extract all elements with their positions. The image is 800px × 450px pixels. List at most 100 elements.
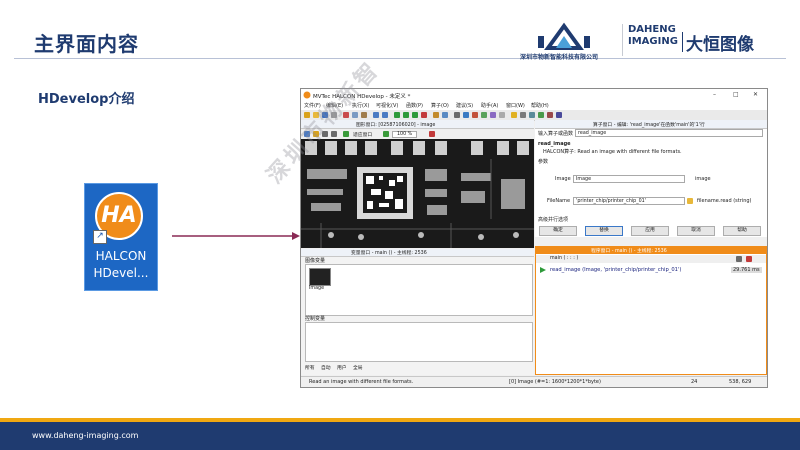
variables-window-title: 变量窗口 - main () - 主线程: 2536 (351, 251, 427, 256)
operator-search-input[interactable]: read_image (575, 129, 763, 137)
zoom-value[interactable]: 100 % (392, 131, 418, 138)
procedure-selector[interactable]: main ( : : : ) (550, 256, 578, 261)
zoom-level-icon[interactable] (383, 131, 389, 137)
wuxin-logo-icon (538, 22, 590, 50)
status-image-info: [0] Image (#=1: 1600*1200*1*byte) (509, 379, 601, 385)
apply-button[interactable]: 应用 (631, 226, 669, 236)
undo-icon[interactable] (373, 112, 379, 118)
assistant-icon[interactable] (490, 112, 496, 118)
variables-window: 变量窗口 - main () - 主线程: 2536 图像变量 Image 控制… (301, 249, 534, 375)
status-bar: Read an image with different file format… (301, 376, 767, 387)
daheng-logo-line2: IMAGING (628, 36, 678, 47)
program-settings-icon[interactable] (736, 256, 742, 262)
param-filename-input[interactable]: 'printer_chip/printer_chip_01' (573, 197, 685, 205)
profiler-icon[interactable] (511, 112, 517, 118)
graphics-toolbar: 适应窗口 100 % (301, 129, 534, 139)
program-toolbar: main ( : : : ) (536, 255, 766, 263)
status-message: Read an image with different file format… (309, 379, 414, 385)
measure-icon[interactable] (547, 112, 553, 118)
close-button[interactable]: ✕ (753, 91, 758, 98)
param-filename-type: filename.read (string) (697, 198, 752, 204)
daheng-logo-cn: 大恒图像 (686, 35, 754, 55)
footer-website[interactable]: www.daheng-imaging.com (32, 431, 138, 440)
operator-search-label: 输入算子或函数 (538, 131, 574, 137)
settings-icon[interactable] (520, 112, 526, 118)
tab-auto[interactable]: 自动 (321, 364, 331, 371)
menu-suggestions[interactable]: 建议(S) (456, 102, 473, 109)
status-coordinates: 538, 629 (729, 379, 752, 385)
ok-button[interactable]: 确定 (539, 226, 577, 236)
logo-separator (622, 24, 623, 56)
param-image-input[interactable]: Image (573, 175, 685, 183)
tab-all[interactable]: 所有 (305, 364, 315, 371)
menu-operators[interactable]: 算子(O) (431, 102, 449, 109)
menu-procedures[interactable]: 函数(P) (406, 102, 423, 109)
menu-assistants[interactable]: 助手(A) (481, 102, 498, 109)
help-button[interactable]: 帮助 (723, 226, 761, 236)
control-variables-label: 控制变量 (305, 316, 326, 322)
cancel-button[interactable]: 取消 (677, 226, 715, 236)
shortcut-label-line2: HDevel... (93, 266, 149, 280)
folder-icon[interactable] (687, 198, 693, 204)
program-window-icon[interactable] (481, 112, 487, 118)
execution-time: 29.761 ms (731, 267, 762, 273)
operator-window: 算子窗口 - 编辑: 'read_image'在函数'main'的'1'行 输入… (535, 120, 767, 237)
operator-name: read_image (538, 141, 571, 147)
zoom-icon[interactable] (529, 112, 535, 118)
image-thumbnail[interactable] (309, 268, 331, 286)
operator-description: HALCON算子: Read an image with different f… (543, 149, 682, 155)
graphics-window: 图形窗口: [02587106020] - image 适应窗口 100 % (301, 120, 534, 248)
company-name: 深圳市物新智能科技有限公司 (520, 54, 599, 61)
menu-help[interactable]: 帮助(H) (531, 102, 549, 109)
status-gray-value: 24 (691, 379, 698, 385)
breakpoint-icon[interactable] (442, 112, 448, 118)
param-filename-label: FileName (547, 198, 571, 204)
reset-icon[interactable] (433, 112, 439, 118)
run-icon[interactable] (394, 112, 400, 118)
slide-title: 主界面内容 (34, 32, 139, 56)
copy-icon[interactable] (352, 112, 358, 118)
fit-window-label[interactable]: 适应窗口 (353, 131, 372, 138)
company-logo: 深圳市物新智能科技有限公司 (520, 22, 616, 61)
hdevelop-app-icon (303, 91, 311, 99)
halcon-desktop-shortcut[interactable]: HA ↗ HALCON HDevel... (84, 183, 158, 291)
menu-visualize[interactable]: 可视化(V) (376, 102, 398, 109)
fit-window-icon[interactable] (343, 131, 349, 137)
operator-window-title: 算子窗口 - 编辑: 'read_image'在函数'main'的'1'行 (593, 123, 705, 128)
pc-arrow-icon (540, 267, 546, 273)
program-close-icon[interactable] (746, 256, 752, 262)
replace-button[interactable]: 替换 (585, 226, 623, 236)
shortcut-arrow-icon: ↗ (93, 230, 107, 244)
redo-icon[interactable] (382, 112, 388, 118)
operator-window-icon[interactable] (472, 112, 478, 118)
logo-bar (682, 32, 683, 52)
step-over-icon[interactable] (403, 112, 409, 118)
program-window-title: 程序窗口 - main () - 主线程: 2536 (591, 249, 667, 254)
color-icon[interactable] (429, 131, 435, 137)
program-window: 程序窗口 - main () - 主线程: 2536 main ( : : : … (535, 246, 767, 375)
advanced-options-toggle[interactable]: 高级并行选项 (538, 216, 568, 223)
menu-bar: 文件(F) 编辑(E) 执行(X) 可视化(V) 函数(P) 算子(O) 建议(… (301, 101, 767, 110)
pointer-arrow-icon (172, 232, 300, 240)
tab-global[interactable]: 全局 (353, 364, 363, 371)
minimize-button[interactable]: – (713, 91, 716, 98)
graphics-window-icon[interactable] (454, 112, 460, 118)
iconic-variables-pane: Image (305, 264, 533, 316)
matching-icon[interactable] (556, 112, 562, 118)
stop-icon[interactable] (421, 112, 427, 118)
hdevelop-window: MVTec HALCON HDevelop - 未定义 * – □ ✕ 文件(F… (300, 88, 768, 388)
step-into-icon[interactable] (412, 112, 418, 118)
variable-window-icon[interactable] (463, 112, 469, 118)
tab-user[interactable]: 用户 (337, 364, 347, 371)
daheng-logo: DAHENG IMAGING 大恒图像 (628, 22, 768, 62)
control-variables-pane (305, 322, 533, 362)
image-thumbnail-label: Image (309, 286, 325, 291)
image-acquisition-icon[interactable] (538, 112, 544, 118)
paste-icon[interactable] (361, 112, 367, 118)
shortcut-label-line1: HALCON (95, 249, 147, 263)
window-titlebar: MVTec HALCON HDevelop - 未定义 * – □ ✕ (301, 89, 767, 101)
maximize-button[interactable]: □ (733, 91, 739, 98)
menu-window[interactable]: 窗口(W) (506, 102, 525, 109)
program-code-line[interactable]: read_image (Image, 'printer_chip/printer… (550, 267, 681, 273)
help-icon[interactable] (499, 112, 505, 118)
